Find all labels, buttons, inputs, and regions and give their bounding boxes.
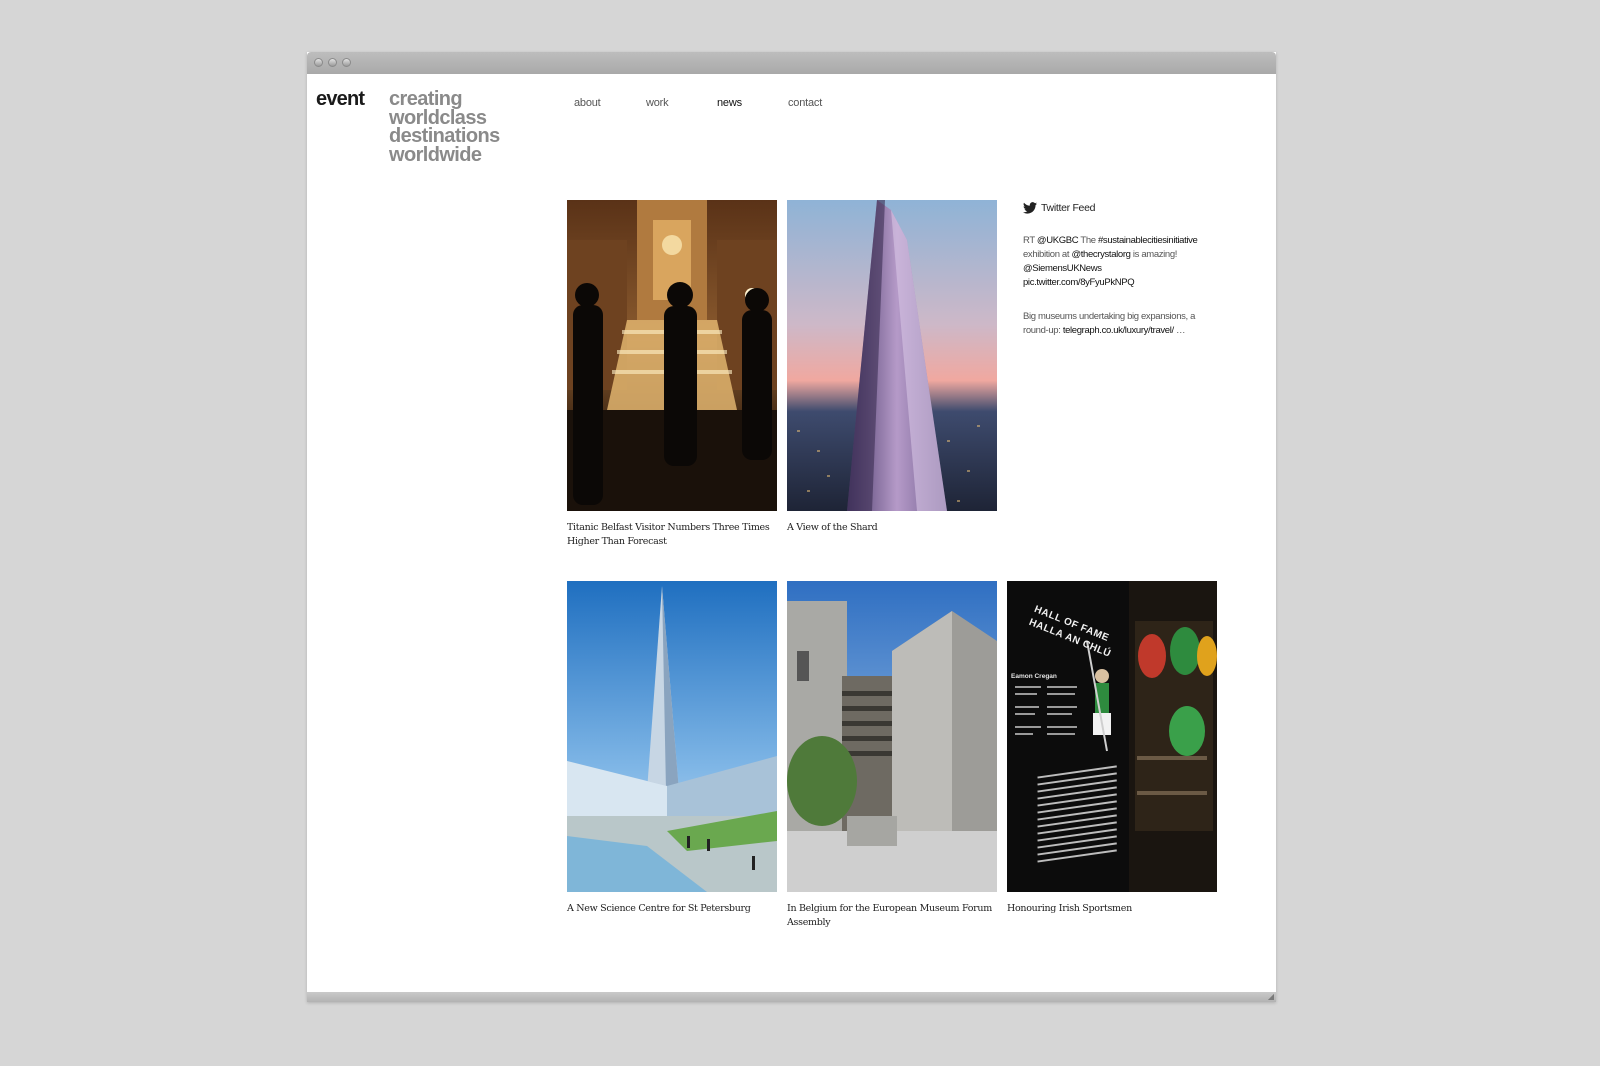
stone-museum-building-photo[interactable]: [787, 581, 997, 892]
news-caption[interactable]: A New Science Centre for St Petersburg: [567, 902, 777, 916]
tagline-line: destinations: [389, 125, 500, 147]
news-caption[interactable]: A View of the Shard: [787, 521, 997, 535]
news-card[interactable]: A New Science Centre for St Petersburg: [567, 581, 777, 916]
window-close-button[interactable]: [314, 58, 323, 67]
tweet: RT @UKGBC The #sustainablecitiesinitiati…: [1023, 234, 1208, 290]
st-petersburg-tower-photo[interactable]: [567, 581, 777, 892]
tweet-text: exhibition at: [1023, 249, 1072, 260]
tagline-line: creating: [389, 88, 463, 110]
resize-handle-icon[interactable]: ◢: [1266, 993, 1274, 1001]
titanic-staircase-photo[interactable]: [567, 200, 777, 511]
browser-window: event creating worldclass destinations w…: [307, 52, 1276, 1002]
tweet-text: The: [1078, 235, 1098, 246]
shard-tower-photo[interactable]: [787, 200, 997, 511]
news-card[interactable]: In Belgium for the European Museum Forum…: [787, 581, 997, 930]
news-caption[interactable]: Honouring Irish Sportsmen: [1007, 902, 1217, 916]
nav-item-about[interactable]: about: [574, 97, 601, 109]
news-caption[interactable]: Titanic Belfast Visitor Numbers Three Ti…: [567, 521, 777, 549]
news-card[interactable]: HALL OF FAME HALLA AN CHLÚ Eamon Cregan …: [1007, 581, 1217, 916]
news-card[interactable]: Titanic Belfast Visitor Numbers Three Ti…: [567, 200, 777, 549]
window-statusbar: ◢: [307, 992, 1276, 1002]
tweet-text: …: [1173, 325, 1186, 336]
window-maximize-button[interactable]: [342, 58, 351, 67]
window-minimize-button[interactable]: [328, 58, 337, 67]
twitter-feed-header[interactable]: Twitter Feed: [1023, 202, 1208, 214]
tweet-url-link[interactable]: telegraph.co.uk/luxury/travel/: [1063, 325, 1174, 336]
twitter-feed-title: Twitter Feed: [1041, 202, 1096, 214]
tweet: Big museums undertaking big expansions, …: [1023, 310, 1208, 338]
tweet-hashtag-link[interactable]: #sustainablecitiesinitiative: [1098, 235, 1198, 246]
hall-of-fame-exhibit-photo[interactable]: HALL OF FAME HALLA AN CHLÚ Eamon Cregan: [1007, 581, 1217, 892]
tweet-mention-link[interactable]: @UKGBC: [1037, 235, 1079, 246]
nav-item-work[interactable]: work: [646, 97, 669, 109]
tweet-text: is amazing!: [1130, 249, 1178, 260]
news-card[interactable]: A View of the Shard: [787, 200, 997, 535]
news-caption[interactable]: In Belgium for the European Museum Forum…: [787, 902, 997, 930]
twitter-bird-icon: [1023, 202, 1037, 214]
twitter-feed: Twitter Feed RT @UKGBC The #sustainablec…: [1023, 202, 1208, 338]
site-logo[interactable]: event: [316, 88, 365, 111]
nav-item-news[interactable]: news: [717, 97, 742, 109]
site-tagline: creating worldclass destinations worldwi…: [389, 88, 589, 166]
tagline-line: worldwide: [389, 143, 482, 166]
tweet-mention-link[interactable]: @SiemensUKNews: [1023, 263, 1102, 274]
window-titlebar: [307, 52, 1276, 74]
sign-name: Eamon Cregan: [1011, 673, 1057, 680]
tweet-text: RT: [1023, 235, 1037, 246]
tweet-pic-link[interactable]: pic.twitter.com/8yFyuPkNPQ: [1023, 277, 1135, 288]
tweet-mention-link[interactable]: @thecrystalorg: [1071, 249, 1130, 260]
nav-item-contact[interactable]: contact: [788, 97, 822, 109]
